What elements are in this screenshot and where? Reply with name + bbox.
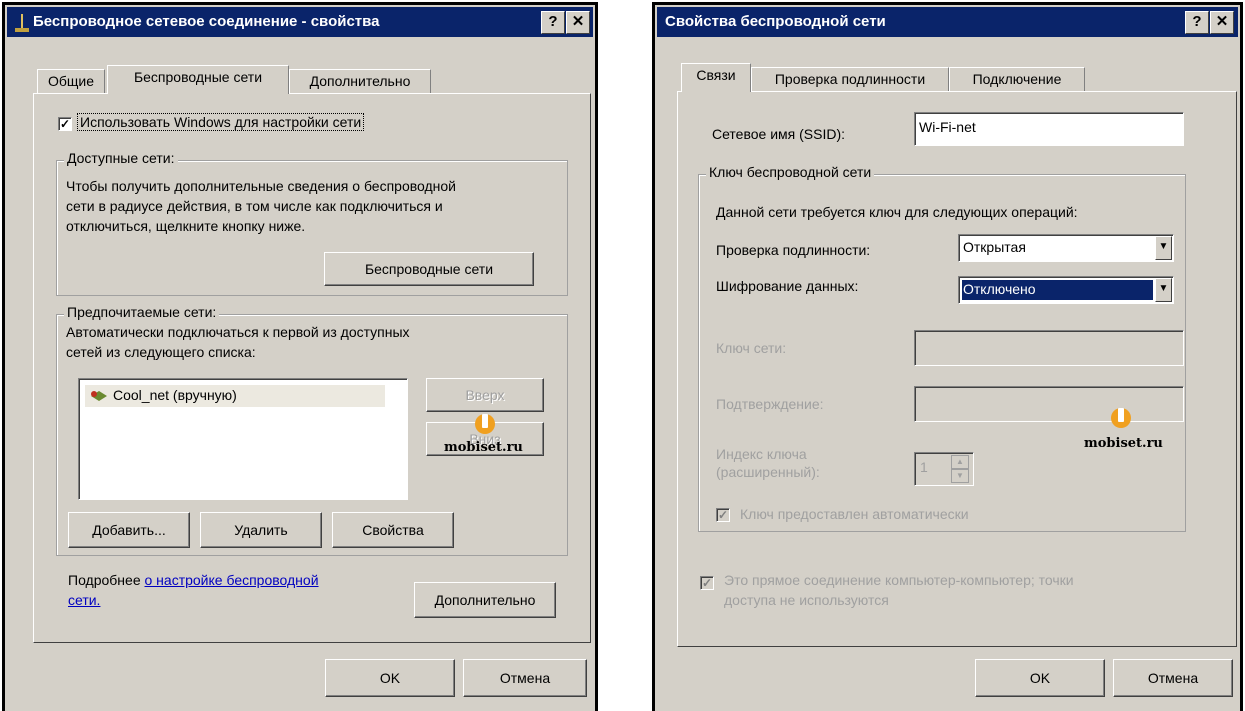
preferred-text-2: сетей из следующего списка: xyxy=(66,344,256,360)
adhoc-label-1[interactable]: Это прямое соединение компьютер-компьюте… xyxy=(724,572,1074,588)
left-title-bar[interactable]: Беспроводное сетевое соединение - свойст… xyxy=(7,7,593,37)
list-item[interactable]: Cool_net (вручную) xyxy=(85,385,385,407)
left-tab-pane: ✓ Использовать Windows для настройки сет… xyxy=(33,93,591,643)
close-button[interactable]: ✕ xyxy=(566,11,590,34)
auth-label: Проверка подлинности: xyxy=(716,242,871,258)
available-text-3: отключиться, щелкните кнопку ниже. xyxy=(66,218,306,234)
adhoc-checkbox[interactable]: ✓ xyxy=(700,576,714,590)
properties-button[interactable]: Свойства xyxy=(332,512,454,548)
right-tab-pane: Сетевое имя (SSID): Wi-Fi-net Ключ беспр… xyxy=(677,91,1237,647)
more-info-text: Подробнее о настройке беспроводной xyxy=(68,572,319,588)
chevron-down-icon[interactable]: ▼ xyxy=(1155,236,1172,260)
key-index-spinner[interactable]: 1 ▲ ▼ xyxy=(914,452,974,486)
chevron-down-icon[interactable]: ▼ xyxy=(1155,278,1172,302)
help-button[interactable]: ? xyxy=(541,11,565,34)
ok-button[interactable]: OK xyxy=(975,659,1105,697)
preferred-networks-legend: Предпочитаемые сети: xyxy=(64,304,220,320)
left-title-text: Беспроводное сетевое соединение - свойст… xyxy=(33,13,380,30)
list-item-label: Cool_net (вручную) xyxy=(113,387,237,403)
network-connection-icon xyxy=(15,13,29,32)
advanced-button[interactable]: Дополнительно xyxy=(414,582,556,618)
watermark-text: mobiset.ru xyxy=(1084,436,1163,451)
spinner-up-icon[interactable]: ▲ xyxy=(951,455,969,469)
tab-general[interactable]: Общие xyxy=(37,69,105,94)
right-title-text: Свойства беспроводной сети xyxy=(665,13,886,30)
cancel-button[interactable]: Отмена xyxy=(463,659,587,697)
more-info-link[interactable]: о настройке беспроводной xyxy=(145,572,319,588)
confirm-key-label: Подтверждение: xyxy=(716,396,824,412)
use-windows-checkbox[interactable]: ✓ xyxy=(58,117,72,131)
close-button[interactable]: ✕ xyxy=(1210,11,1234,34)
tab-wireless-networks[interactable]: Беспроводные сети xyxy=(107,65,289,94)
available-text-2: сети в радиусе действия, в том числе как… xyxy=(66,198,443,214)
wireless-networks-button[interactable]: Беспроводные сети xyxy=(324,252,534,286)
cancel-button[interactable]: Отмена xyxy=(1113,659,1233,697)
network-key-label: Ключ сети: xyxy=(716,340,787,356)
auto-key-label[interactable]: Ключ предоставлен автоматически xyxy=(740,506,969,522)
tab-authentication[interactable]: Проверка подлинности xyxy=(751,67,949,92)
tab-advanced[interactable]: Дополнительно xyxy=(289,69,431,94)
spinner-down-icon[interactable]: ▼ xyxy=(951,469,969,483)
preferred-networks-list[interactable]: Cool_net (вручную) xyxy=(78,378,408,500)
preferred-text-1: Автоматически подключаться к первой из д… xyxy=(66,324,410,340)
move-up-button[interactable]: Вверх xyxy=(426,378,544,412)
encryption-label: Шифрование данных: xyxy=(716,278,859,294)
more-info-link-cont[interactable]: сети. xyxy=(68,592,100,608)
remove-button[interactable]: Удалить xyxy=(200,512,322,548)
ssid-value: Wi-Fi-net xyxy=(919,119,976,135)
ssid-input[interactable]: Wi-Fi-net xyxy=(914,112,1184,146)
auto-key-checkbox[interactable]: ✓ xyxy=(716,508,730,522)
key-requirement-text: Данной сети требуется ключ для следующих… xyxy=(716,204,1078,220)
key-index-value: 1 xyxy=(920,459,928,475)
auth-combobox[interactable]: Открытая ▼ xyxy=(958,234,1174,262)
network-key-input[interactable] xyxy=(914,330,1184,366)
available-networks-legend: Доступные сети: xyxy=(64,150,178,166)
available-text-1: Чтобы получить дополнительные сведения о… xyxy=(66,178,457,194)
ssid-label: Сетевое имя (SSID): xyxy=(712,126,846,142)
watermark-text: mobiset.ru xyxy=(444,440,523,455)
use-windows-label[interactable]: Использовать Windows для настройки сети xyxy=(76,113,365,131)
help-button[interactable]: ? xyxy=(1185,11,1209,34)
watermark-phone-icon xyxy=(474,410,496,436)
ok-button[interactable]: OK xyxy=(325,659,455,697)
right-title-bar[interactable]: Свойства беспроводной сети ? ✕ xyxy=(657,7,1238,37)
auth-value: Открытая xyxy=(963,239,1026,255)
wireless-network-icon xyxy=(89,389,109,403)
left-dialog: Беспроводное сетевое соединение - свойст… xyxy=(5,5,595,711)
confirm-key-input[interactable] xyxy=(914,386,1184,422)
wireless-key-legend: Ключ беспроводной сети xyxy=(706,164,875,180)
more-info-prefix: Подробнее xyxy=(68,572,141,588)
watermark-phone-icon xyxy=(1110,404,1132,430)
key-index-label-2: (расширенный): xyxy=(716,464,820,480)
right-dialog: Свойства беспроводной сети ? ✕ Связи Про… xyxy=(655,5,1240,711)
encryption-combobox[interactable]: Отключено ▼ xyxy=(958,276,1174,304)
key-index-label-1: Индекс ключа xyxy=(716,446,807,462)
tab-association[interactable]: Связи xyxy=(681,63,751,92)
add-button[interactable]: Добавить... xyxy=(68,512,190,548)
encryption-value: Отключено xyxy=(963,281,1036,297)
adhoc-label-2[interactable]: доступа не используются xyxy=(724,592,889,608)
tab-connection[interactable]: Подключение xyxy=(949,67,1085,92)
